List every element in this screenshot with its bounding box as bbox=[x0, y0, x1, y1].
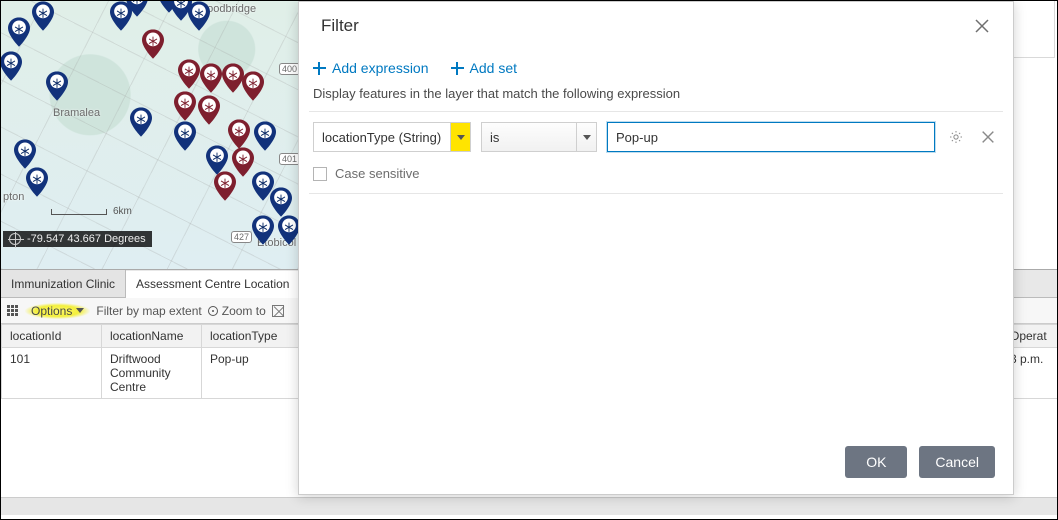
field-select-dropdown[interactable] bbox=[450, 123, 470, 151]
col-header-locationid[interactable]: locationId bbox=[2, 325, 102, 348]
add-set-button[interactable]: Add set bbox=[451, 60, 517, 76]
map-marker[interactable] bbox=[270, 187, 292, 217]
filter-by-extent-label: Filter by map extent bbox=[96, 304, 201, 318]
map-marker[interactable] bbox=[8, 17, 30, 47]
locate-icon bbox=[208, 306, 218, 316]
add-expression-label: Add expression bbox=[332, 60, 429, 76]
map-marker[interactable] bbox=[26, 167, 48, 197]
map-pin-icon bbox=[32, 1, 54, 31]
map-marker[interactable] bbox=[1, 51, 22, 81]
map-area[interactable]: Woodbridge Bramalea pton Etobicol 400 40… bbox=[1, 1, 298, 269]
map-pin-icon bbox=[1, 51, 22, 81]
filter-by-extent-button[interactable]: Filter by map extent bbox=[96, 304, 201, 318]
clear-selection-icon bbox=[272, 305, 284, 317]
map-scale-label: 6km bbox=[113, 206, 132, 217]
map-marker[interactable] bbox=[32, 1, 54, 31]
case-sensitive-checkbox[interactable] bbox=[313, 167, 327, 181]
case-sensitive-label: Case sensitive bbox=[335, 166, 420, 181]
map-pin-icon bbox=[252, 215, 274, 245]
field-select-value: locationType (String) bbox=[314, 130, 450, 145]
map-marker[interactable] bbox=[228, 119, 250, 149]
table-cell: 101 bbox=[2, 348, 102, 399]
zoom-to-button[interactable]: Zoom to bbox=[208, 304, 266, 318]
expression-settings-button[interactable] bbox=[945, 126, 967, 148]
chevron-down-icon bbox=[76, 308, 84, 313]
map-marker[interactable] bbox=[126, 1, 148, 17]
options-menu-button[interactable]: Options bbox=[25, 303, 90, 319]
map-pin-icon bbox=[8, 17, 30, 47]
remove-expression-button[interactable] bbox=[977, 126, 999, 148]
map-scale: 6km bbox=[51, 206, 132, 217]
modal-title: Filter bbox=[321, 16, 359, 36]
clear-selection-button[interactable] bbox=[272, 305, 284, 317]
table-cell: Driftwood Community Centre bbox=[102, 348, 202, 399]
expression-row: locationType (String) is bbox=[309, 111, 1003, 156]
add-set-label: Add set bbox=[470, 60, 517, 76]
map-pin-icon bbox=[14, 139, 36, 169]
ok-button[interactable]: OK bbox=[845, 446, 907, 478]
map-marker[interactable] bbox=[198, 95, 220, 125]
map-coords-text: -79.547 43.667 Degrees bbox=[27, 233, 146, 245]
map-pin-icon bbox=[270, 187, 292, 217]
map-pin-icon bbox=[142, 29, 164, 59]
map-marker[interactable] bbox=[188, 1, 210, 31]
map-marker[interactable] bbox=[254, 121, 276, 151]
map-pin-icon bbox=[130, 107, 152, 137]
map-pin-icon bbox=[174, 91, 196, 121]
map-marker[interactable] bbox=[222, 63, 244, 93]
map-marker[interactable] bbox=[278, 215, 298, 245]
chevron-down-icon bbox=[457, 135, 465, 140]
map-marker[interactable] bbox=[46, 71, 68, 101]
map-pin-icon bbox=[200, 63, 222, 93]
zoom-to-label: Zoom to bbox=[222, 304, 266, 318]
gear-icon bbox=[948, 129, 964, 145]
map-pin-icon bbox=[188, 1, 210, 31]
map-marker[interactable] bbox=[14, 139, 36, 169]
map-pin-icon bbox=[228, 119, 250, 149]
map-marker[interactable] bbox=[252, 215, 274, 245]
filter-description: Display features in the layer that match… bbox=[309, 86, 1003, 111]
map-marker[interactable] bbox=[214, 171, 236, 201]
map-pin-icon bbox=[178, 59, 200, 89]
map-pin-icon bbox=[222, 63, 244, 93]
field-select[interactable]: locationType (String) bbox=[313, 122, 471, 152]
filter-modal: Filter Add expression Add set Display fe… bbox=[298, 1, 1014, 495]
map-pin-icon bbox=[198, 95, 220, 125]
map-marker[interactable] bbox=[178, 59, 200, 89]
modal-close-button[interactable] bbox=[973, 17, 991, 35]
add-expression-button[interactable]: Add expression bbox=[313, 60, 429, 76]
map-marker[interactable] bbox=[242, 71, 264, 101]
map-marker[interactable] bbox=[174, 91, 196, 121]
map-marker[interactable] bbox=[142, 29, 164, 59]
map-pin-icon bbox=[254, 121, 276, 151]
table-status-bar bbox=[1, 497, 1057, 515]
layer-tab[interactable]: Assessment Centre Location bbox=[126, 271, 300, 298]
map-marker[interactable] bbox=[130, 107, 152, 137]
map-pin-icon bbox=[26, 167, 48, 197]
operator-select[interactable]: is bbox=[481, 122, 597, 152]
map-marker[interactable] bbox=[200, 63, 222, 93]
cancel-button[interactable]: Cancel bbox=[919, 446, 995, 478]
map-pin-icon bbox=[46, 71, 68, 101]
options-label: Options bbox=[31, 304, 72, 318]
col-header-locationname[interactable]: locationName bbox=[102, 325, 202, 348]
plus-icon bbox=[313, 62, 326, 75]
map-pin-icon bbox=[126, 1, 148, 17]
map-pin-icon bbox=[242, 71, 264, 101]
crosshair-icon bbox=[9, 233, 21, 245]
map-coords[interactable]: -79.547 43.667 Degrees bbox=[3, 231, 152, 247]
map-pin-icon bbox=[174, 121, 196, 151]
grid-icon bbox=[7, 305, 19, 317]
layer-tab[interactable]: Immunization Clinic bbox=[1, 270, 126, 297]
map-pin-icon bbox=[278, 215, 298, 245]
map-marker[interactable] bbox=[174, 121, 196, 151]
map-pin-icon bbox=[214, 171, 236, 201]
operator-select-dropdown[interactable] bbox=[576, 123, 596, 151]
chevron-down-icon bbox=[583, 135, 591, 140]
close-icon bbox=[980, 129, 996, 145]
operator-select-value: is bbox=[482, 130, 576, 145]
value-input[interactable] bbox=[607, 122, 935, 152]
close-icon bbox=[973, 17, 991, 35]
plus-icon bbox=[451, 62, 464, 75]
